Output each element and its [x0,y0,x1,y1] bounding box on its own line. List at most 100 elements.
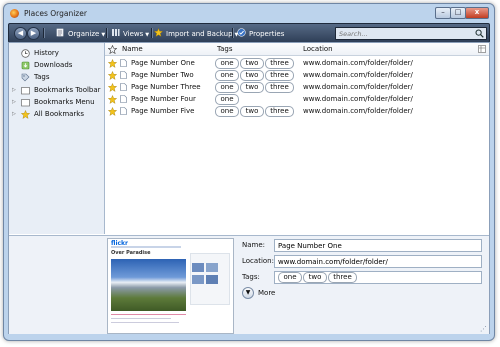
properties-label: Properties [249,30,285,38]
sidebar-item-all-bookmarks[interactable]: ▷ All Bookmarks [9,109,104,120]
table-row[interactable]: Page Number Three one two three www.doma… [105,82,489,93]
location-label: Location: [242,257,274,265]
bookmark-list: Name Tags Location Page Number One one t… [105,43,489,234]
table-row[interactable]: Page Number Two one two three www.domain… [105,70,489,81]
sidebar-item-label: Bookmarks Toolbar [34,86,101,94]
preview-heading: Over Paradise [111,250,151,256]
column-header-tags[interactable]: Tags [217,45,233,53]
row-location: www.domain.com/folder/folder/ [303,95,413,103]
tag-pill[interactable]: two [240,58,264,69]
toolbar-separator [232,28,234,38]
search-icon[interactable] [475,29,484,38]
close-button[interactable]: x [465,7,489,19]
details-pane: flickr Over Paradise Name: Location: [9,235,489,334]
location-input[interactable] [275,256,481,267]
page-preview-thumbnail: flickr Over Paradise [107,238,234,334]
organize-label: Organize [68,30,100,38]
properties-button[interactable]: Properties [237,28,284,39]
star-icon[interactable] [108,59,117,68]
page-icon [120,71,127,79]
firefox-icon [10,9,19,18]
sidebar-item-label: Downloads [34,61,73,69]
column-header-name[interactable]: Name [122,45,143,53]
tag-pill[interactable]: one [215,82,239,93]
page-icon [120,83,127,91]
star-column-icon[interactable] [108,45,117,54]
more-label[interactable]: More [258,289,275,297]
maximize-button[interactable]: □ [450,7,466,19]
tag-pill[interactable]: one [215,106,239,117]
sidebar-item-history[interactable]: History [9,48,104,59]
tag-pill[interactable]: three [265,58,294,69]
folder-icon [21,99,30,107]
title-bar[interactable]: Places Organizer – □ x [4,4,494,22]
row-location: www.domain.com/folder/folder/ [303,59,413,67]
views-label: Views [123,30,144,38]
import-backup-label: Import and Backup [166,30,233,38]
sidebar-item-tags[interactable]: Tags [9,72,104,83]
sidebar-item-label: All Bookmarks [34,110,85,118]
toolbar-separator [106,28,108,38]
downloads-icon [21,61,30,70]
tag-pill[interactable]: two [240,106,264,117]
tag-pill[interactable]: two [303,272,327,283]
expand-arrow-icon[interactable]: ▷ [12,99,16,105]
row-name: Page Number Three [131,83,201,91]
table-row[interactable]: Page Number Four one www.domain.com/fold… [105,94,489,105]
tag-pill[interactable]: three [265,82,294,93]
table-row[interactable]: Page Number One one two three www.domain… [105,58,489,69]
location-field[interactable] [274,255,482,268]
toolbar-separator [151,28,153,38]
views-menu-button[interactable]: Views ▼ [111,28,149,39]
tag-pill[interactable]: three [328,272,357,283]
tag-pill[interactable]: one [215,58,239,69]
tag-pill[interactable]: one [215,94,239,105]
row-name: Page Number Two [131,71,194,79]
page-icon [120,95,127,103]
column-picker-icon[interactable] [478,45,486,53]
preview-side-thumb [192,263,204,272]
sidebar-item-label: History [34,49,59,57]
name-input[interactable] [275,240,481,251]
back-button[interactable]: ◀ [14,27,27,40]
minimize-button[interactable]: – [435,7,451,19]
expand-arrow-icon[interactable]: ▷ [12,111,16,117]
tag-pill[interactable]: three [265,106,294,117]
column-header-location[interactable]: Location [303,45,333,53]
sidebar-item-downloads[interactable]: Downloads [9,60,104,71]
chevron-down-icon: ▼ [101,32,106,38]
sidebar-item-bookmarks-menu[interactable]: ▷ Bookmarks Menu [9,97,104,108]
search-box[interactable] [335,27,487,40]
tags-label: Tags: [242,273,260,281]
forward-button[interactable]: ▶ [27,27,40,40]
row-name: Page Number Four [131,95,196,103]
star-icon [21,110,30,119]
star-icon[interactable] [108,71,117,80]
table-row[interactable]: Page Number Five one two three www.domai… [105,106,489,117]
star-icon[interactable] [108,95,117,104]
tags-field[interactable]: one two three [274,271,482,284]
tag-pill[interactable]: two [240,70,264,81]
organize-menu-button[interactable]: Organize ▼ [56,28,105,39]
search-input[interactable] [339,28,467,39]
toolbar: ◀ ▶ Organize ▼ Views ▼ Import and Backup ▼ … [8,23,490,43]
tag-pill[interactable]: one [278,272,302,283]
expand-arrow-icon[interactable]: ▷ [12,87,16,93]
preview-text-line [111,318,171,319]
import-backup-menu-button[interactable]: Import and Backup ▼ [154,28,238,39]
resize-grip-icon[interactable]: ⋰ [480,325,487,333]
row-name: Page Number One [131,59,195,67]
sidebar-item-bookmarks-toolbar[interactable]: ▷ Bookmarks Toolbar [9,85,104,96]
star-icon[interactable] [108,83,117,92]
preview-nav-bar [111,246,181,248]
name-field[interactable] [274,239,482,252]
tag-pill[interactable]: three [265,70,294,81]
organize-icon [56,28,64,37]
name-label: Name: [242,241,266,249]
preview-side-thumb [192,275,204,284]
tag-pill[interactable]: two [240,82,264,93]
more-expander-button[interactable]: ▼ [242,287,254,299]
tag-pill[interactable]: one [215,70,239,81]
star-icon[interactable] [108,107,117,116]
page-icon [120,107,127,115]
